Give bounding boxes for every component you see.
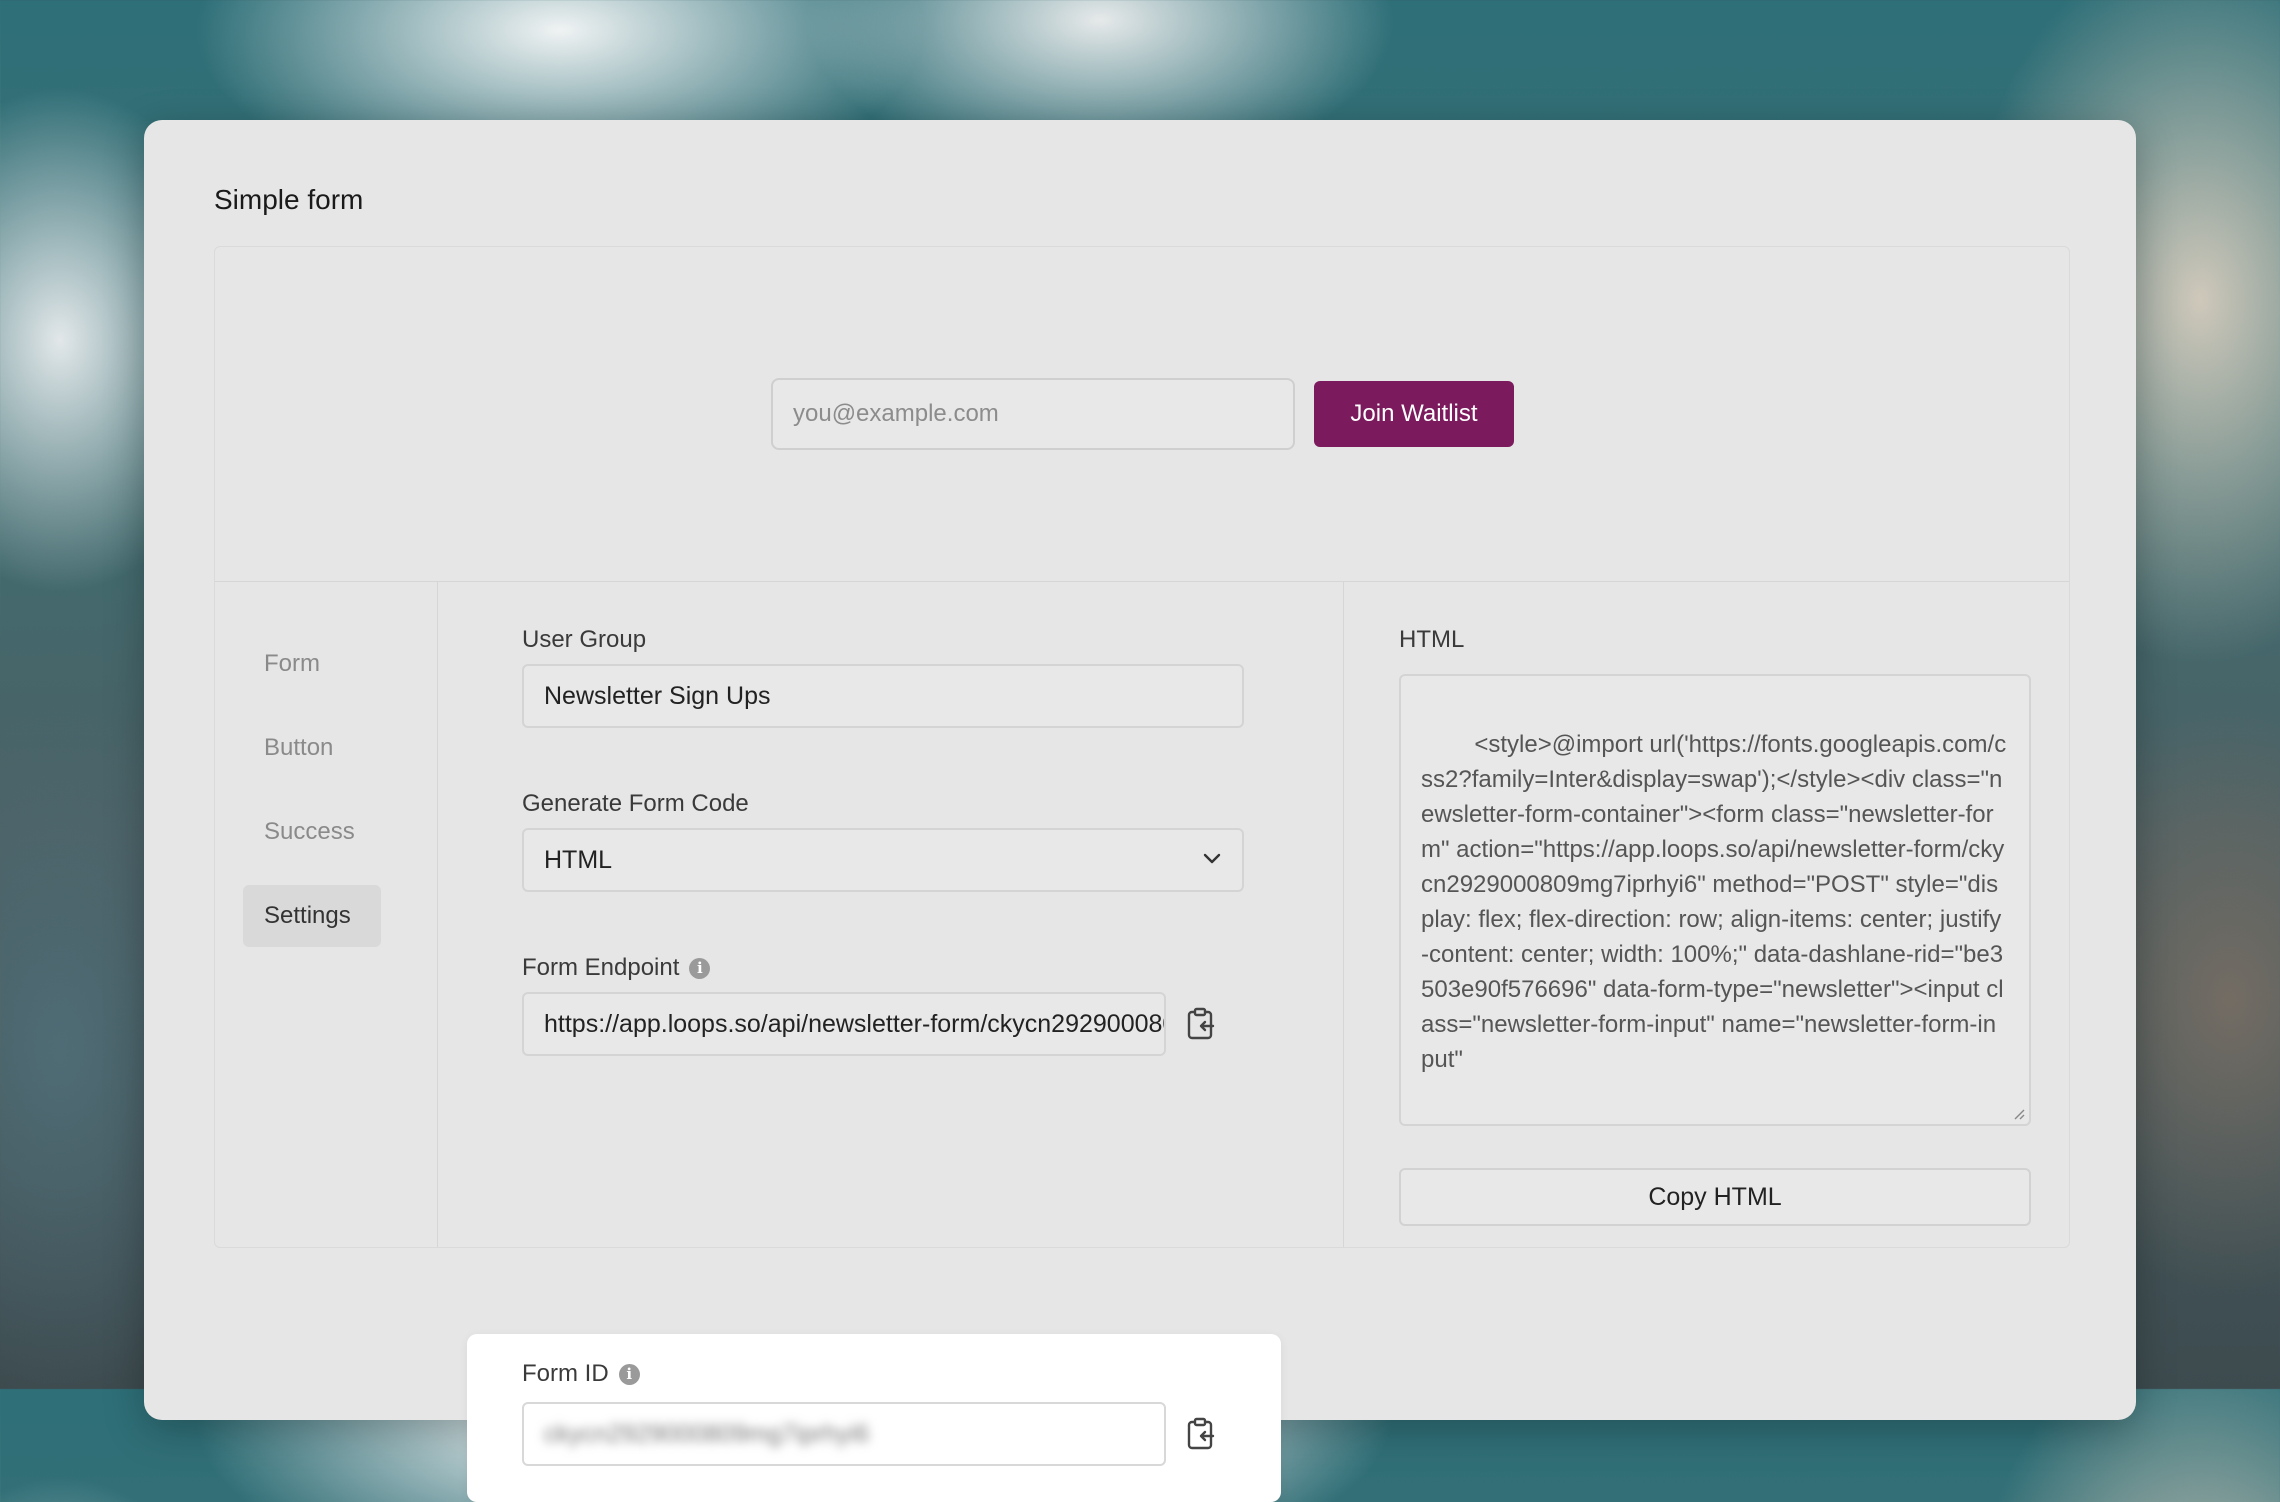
html-label: HTML [1399, 626, 1464, 654]
generate-code-label-text: Generate Form Code [522, 790, 749, 817]
user-group-label: User Group [522, 626, 646, 654]
generate-code-select[interactable]: HTML [522, 828, 1244, 892]
html-code-panel: HTML <style>@import url('https://fonts.g… [1343, 581, 2069, 1247]
form-id-highlight: Form ID i ckycn2929000809mg7iprhyi6 [467, 1334, 1281, 1502]
page-title: Simple form [214, 184, 364, 215]
form-endpoint-label-text: Form Endpoint [522, 954, 680, 981]
html-code-textarea[interactable]: <style>@import url('https://fonts.google… [1399, 674, 2031, 1126]
email-input[interactable] [771, 378, 1295, 450]
clipboard-icon[interactable] [1186, 1417, 1216, 1451]
form-id-label: Form ID i [522, 1360, 640, 1388]
settings-panel: User Group Newsletter Sign Ups Generate … [437, 581, 1344, 1502]
form-id-value: ckycn2929000809mg7iprhyi6 [544, 1420, 870, 1448]
settings-sidebar: Form Button Success Settings [215, 581, 438, 1247]
user-group-field[interactable]: Newsletter Sign Ups [522, 664, 1244, 728]
sidebar-item-settings[interactable]: Settings [243, 885, 381, 947]
html-code-content: <style>@import url('https://fonts.google… [1421, 731, 2007, 1073]
form-card: Simple form Join Waitlist Form Button Su… [144, 120, 2136, 1502]
user-group-label-text: User Group [522, 626, 647, 653]
info-icon[interactable]: i [618, 1363, 640, 1385]
chevron-down-icon [1203, 853, 1221, 864]
copy-html-button[interactable]: Copy HTML [1399, 1168, 2031, 1226]
form-id-label-text: Form ID [522, 1360, 609, 1387]
generate-code-label: Generate Form Code [522, 790, 749, 818]
join-waitlist-button[interactable]: Join Waitlist [1314, 381, 1514, 447]
form-preview: Join Waitlist [215, 247, 2069, 582]
sidebar-item-form[interactable]: Form [243, 633, 381, 695]
clipboard-icon[interactable] [1186, 1007, 1216, 1041]
generate-code-value: HTML [544, 846, 613, 874]
html-label-text: HTML [1399, 626, 1465, 653]
sidebar-item-button[interactable]: Button [243, 717, 381, 779]
form-endpoint-field[interactable]: https://app.loops.so/api/newsletter-form… [522, 992, 1166, 1056]
form-endpoint-label: Form Endpoint i [522, 954, 711, 982]
info-icon[interactable]: i [689, 957, 711, 979]
resize-grip-icon[interactable] [2013, 1108, 2025, 1120]
editor-frame: Join Waitlist Form Button Success Settin… [214, 246, 2070, 1502]
form-id-field[interactable]: ckycn2929000809mg7iprhyi6 [522, 1402, 1166, 1466]
sidebar-item-success[interactable]: Success [243, 801, 381, 863]
